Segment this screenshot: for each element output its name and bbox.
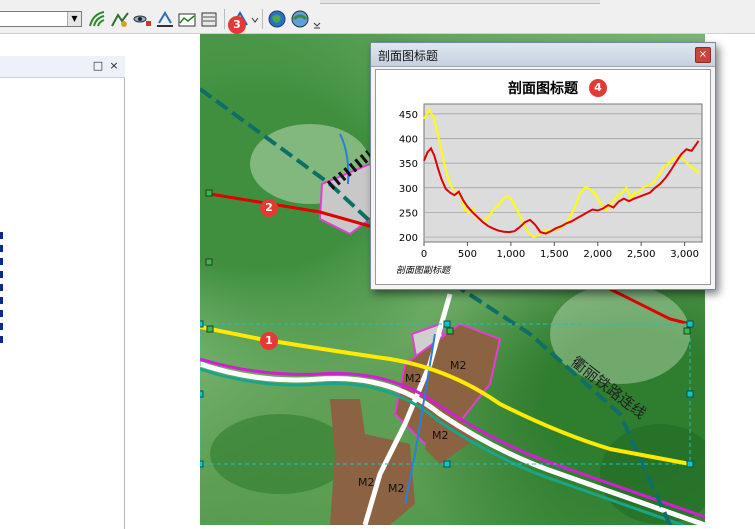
landuse-label: M2 xyxy=(388,482,405,495)
toolbar-separator xyxy=(262,9,263,29)
window-title: 剖面图标题 xyxy=(378,49,439,63)
x-tick-label: 3,000 xyxy=(670,249,699,260)
profile-chart: 剖面图标题 200 250 300 350 400 450 0 500 1,000 1,500 2,0… xyxy=(396,80,703,276)
slope-icon[interactable] xyxy=(110,9,130,29)
y-tick-label: 350 xyxy=(399,159,418,170)
x-tick-label: 1,500 xyxy=(540,249,569,260)
x-tick-label: 2,000 xyxy=(583,249,612,260)
dock-icon[interactable]: □ xyxy=(92,60,104,72)
x-tick-label: 500 xyxy=(458,249,477,260)
close-icon[interactable]: × xyxy=(695,47,711,63)
dock-panel: □ × xyxy=(0,56,125,529)
window-titlebar[interactable]: 剖面图标题 × xyxy=(371,43,715,67)
contour-icon[interactable] xyxy=(87,9,107,29)
profile-graph-icon[interactable] xyxy=(177,9,197,29)
toolbar-options-icon[interactable] xyxy=(312,9,322,29)
globe-view-icon[interactable] xyxy=(290,9,310,29)
close-icon[interactable]: × xyxy=(108,60,120,72)
panel-tree-markers xyxy=(0,232,3,349)
line-of-sight-icon[interactable] xyxy=(199,9,219,29)
y-tick-label: 200 xyxy=(399,233,418,244)
annotation-badge-2: 2 xyxy=(260,199,278,217)
landuse-label: M2 xyxy=(358,476,375,489)
x-tick-label: 0 xyxy=(421,249,427,260)
chevron-down-icon[interactable] xyxy=(250,9,260,29)
x-tick-label: 2,500 xyxy=(627,249,656,260)
globe-icon[interactable] xyxy=(267,9,287,29)
landuse-label: M2 xyxy=(432,429,449,442)
landuse-label: M2 xyxy=(405,372,422,385)
y-tick-label: 450 xyxy=(399,110,418,121)
panel-header: □ × xyxy=(0,56,125,78)
y-tick-label: 300 xyxy=(399,184,418,195)
y-tick-label: 250 xyxy=(399,208,418,219)
layer-combo[interactable]: ▼ xyxy=(0,11,82,27)
graph-canvas: 剖面图标题 200 250 300 350 400 450 0 500 1,000 1,500 2,0… xyxy=(375,69,711,285)
viewshed-icon[interactable] xyxy=(132,9,152,29)
chart-subtitle: 剖面图副标题 xyxy=(396,265,452,276)
annotation-badge-4: 4 xyxy=(589,79,607,97)
annotation-badge-3: 3 xyxy=(228,16,246,34)
3d-analyst-toolbar: ▼ 3 xyxy=(0,0,755,34)
y-tick-label: 400 xyxy=(399,135,418,146)
annotation-badge-1: 1 xyxy=(260,332,278,350)
interpolate-line-icon[interactable] xyxy=(155,9,175,29)
chart-title: 剖面图标题 xyxy=(508,80,579,97)
x-tick-label: 1,000 xyxy=(497,249,526,260)
landuse-label: M2 xyxy=(450,359,467,372)
toolbar-separator xyxy=(224,9,225,29)
window-edge xyxy=(320,0,600,4)
profile-graph-window[interactable]: 剖面图标题 × 剖面图标题 200 250 300 350 400 450 0 500 1,000… xyxy=(370,42,716,290)
chevron-down-icon[interactable]: ▼ xyxy=(67,12,81,26)
